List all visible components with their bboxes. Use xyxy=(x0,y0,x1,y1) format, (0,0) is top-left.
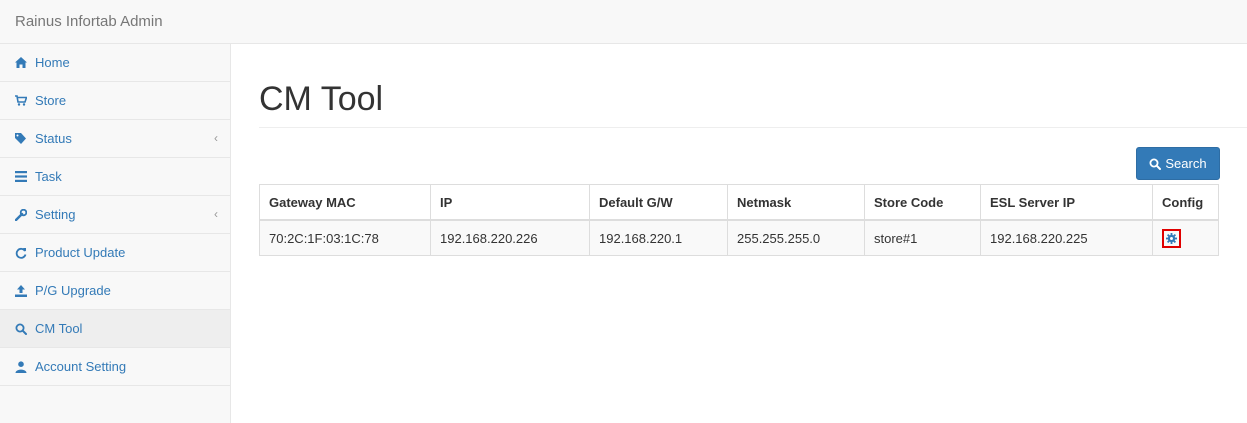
refresh-icon xyxy=(15,247,31,259)
sidebar-item-pg-upgrade[interactable]: P/G Upgrade xyxy=(0,272,230,310)
cart-icon xyxy=(15,95,31,106)
search-icon xyxy=(1149,158,1162,170)
search-icon xyxy=(15,323,31,335)
column-header: Default G/W xyxy=(589,184,728,221)
sidebar-item-account-setting[interactable]: Account Setting xyxy=(0,348,230,386)
sidebar-item-home[interactable]: Home xyxy=(0,44,230,82)
sidebar-item-label: CM Tool xyxy=(35,321,83,336)
column-header: Store Code xyxy=(864,184,981,221)
chevron-left-icon[interactable]: ‹ xyxy=(214,131,218,145)
sidebar-item-status[interactable]: Status ‹ xyxy=(0,120,230,158)
sidebar-item-label: Product Update xyxy=(35,245,126,260)
cell-default-gw: 192.168.220.1 xyxy=(589,219,728,256)
sidebar-item-label: P/G Upgrade xyxy=(35,283,111,298)
config-button[interactable] xyxy=(1162,228,1181,248)
tags-icon xyxy=(15,133,31,144)
home-icon xyxy=(15,57,31,68)
page-title: CM Tool xyxy=(259,80,384,118)
sidebar-item-label: Setting xyxy=(35,207,76,222)
cell-ip: 192.168.220.226 xyxy=(430,219,590,256)
brand-title[interactable]: Rainus Infortab Admin xyxy=(15,13,163,30)
list-icon xyxy=(15,171,31,182)
upload-icon xyxy=(15,284,31,297)
search-button[interactable]: Search xyxy=(1136,147,1220,180)
gear-icon xyxy=(1166,232,1177,244)
chevron-left-icon[interactable]: ‹ xyxy=(214,207,218,221)
table-header-row: Gateway MAC IP Default G/W Netmask Store… xyxy=(259,184,1219,221)
sidebar-item-store[interactable]: Store xyxy=(0,82,230,120)
sidebar-item-task[interactable]: Task xyxy=(0,158,230,196)
column-header: Gateway MAC xyxy=(259,184,431,221)
column-header: Config xyxy=(1152,184,1219,221)
cell-esl-server-ip: 192.168.220.225 xyxy=(980,219,1153,256)
sidebar-item-label: Store xyxy=(35,93,67,108)
sidebar: Home Store Status ‹ Task Setting ‹ Produ… xyxy=(0,44,231,423)
column-header: ESL Server IP xyxy=(980,184,1153,221)
sidebar-item-setting[interactable]: Setting ‹ xyxy=(0,196,230,234)
cell-gateway-mac: 70:2C:1F:03:1C:78 xyxy=(259,219,431,256)
table-row: 70:2C:1F:03:1C:78 192.168.220.226 192.16… xyxy=(259,219,1219,256)
top-navbar: Rainus Infortab Admin xyxy=(0,0,1247,44)
sidebar-item-product-update[interactable]: Product Update xyxy=(0,234,230,272)
cell-config xyxy=(1152,219,1219,256)
sidebar-item-label: Home xyxy=(35,55,70,70)
gateway-table: Gateway MAC IP Default G/W Netmask Store… xyxy=(259,184,1219,256)
search-button-label: Search xyxy=(1165,156,1207,171)
sidebar-item-label: Task xyxy=(35,169,62,184)
sidebar-item-label: Status xyxy=(35,131,72,146)
wrench-icon xyxy=(15,208,31,221)
column-header: IP xyxy=(430,184,590,221)
sidebar-item-label: Account Setting xyxy=(35,359,127,374)
cell-netmask: 255.255.255.0 xyxy=(727,219,865,256)
column-header: Netmask xyxy=(727,184,865,221)
title-divider xyxy=(259,127,1247,128)
cell-store-code: store#1 xyxy=(864,219,981,256)
user-icon xyxy=(15,360,31,373)
sidebar-item-cm-tool[interactable]: CM Tool xyxy=(0,310,230,348)
main-content: CM Tool Search Gateway MAC IP Default G/… xyxy=(231,44,1247,423)
